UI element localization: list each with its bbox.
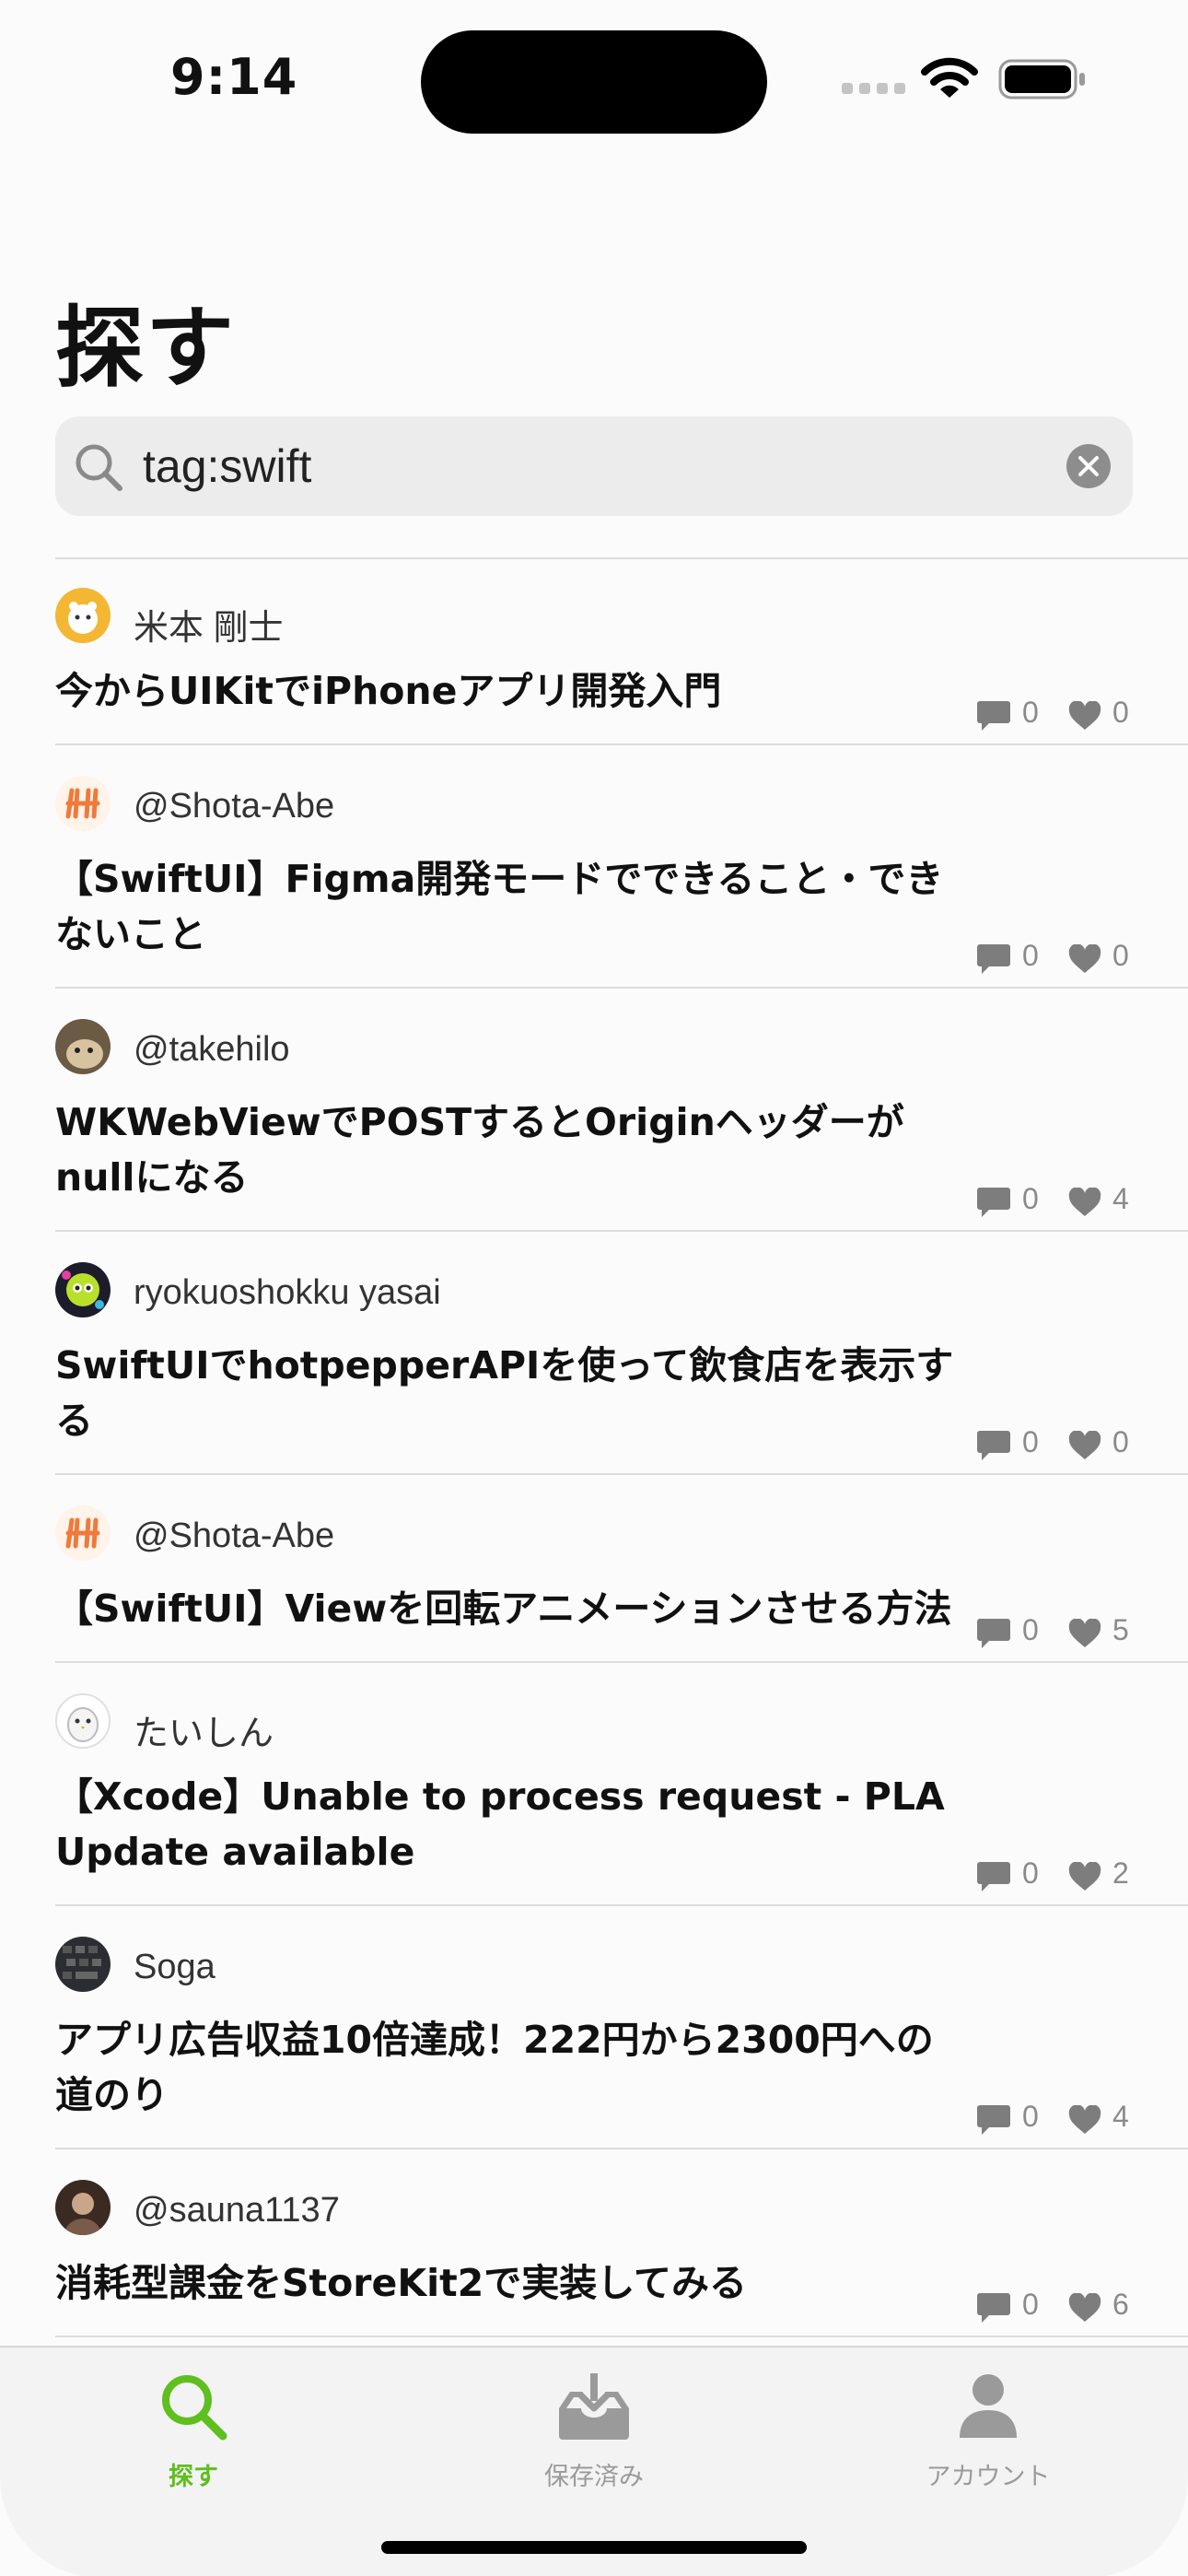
heart-icon xyxy=(1068,1188,1101,1216)
wifi-icon xyxy=(921,57,978,98)
avatar xyxy=(55,1505,111,1561)
comment-icon xyxy=(977,944,1010,974)
tab-label: 探す xyxy=(169,2463,218,2491)
close-icon xyxy=(1078,456,1099,476)
like-count: 6 xyxy=(1112,2288,1129,2321)
search-icon xyxy=(162,2375,227,2441)
article-stats: 0 0 xyxy=(976,696,1179,736)
article-title[interactable]: アプリ広告収益10倍達成！222円から2300円への道のり xyxy=(55,2012,967,2123)
heart-icon xyxy=(1068,701,1101,730)
article-stats: 0 5 xyxy=(976,1613,1179,1654)
cellular-signal-icon xyxy=(842,83,905,94)
heart-icon xyxy=(1068,1619,1101,1647)
article-title[interactable]: 【SwiftUI】Viewを回転アニメーションさせる方法 xyxy=(55,1581,967,1636)
comment-icon xyxy=(977,1188,1010,1217)
magnifier-icon xyxy=(76,444,122,491)
comment-count: 0 xyxy=(1022,2100,1039,2133)
comment-icon xyxy=(977,2105,1010,2135)
heart-icon xyxy=(1068,1431,1101,1459)
article-row[interactable]: @Shota-Abe 【SwiftUI】Figma開発モードでできること・できな… xyxy=(0,745,1188,989)
person-icon xyxy=(960,2374,1017,2438)
article-row[interactable]: @takehilo WKWebViewでPOSTするとOriginヘッダーがnu… xyxy=(0,989,1188,1232)
heart-icon xyxy=(1068,944,1101,973)
tab-label: アカウント xyxy=(926,2463,1051,2491)
tab-saved[interactable]: 保存済み xyxy=(456,2348,732,2513)
article-row[interactable]: Soga アプリ広告収益10倍達成！222円から2300円への道のり 0 4 xyxy=(0,1906,1188,2149)
article-row[interactable]: ryokuoshokku yasai SwiftUIでhotpepperAPIを… xyxy=(0,1232,1188,1475)
status-bar: 9:14 xyxy=(0,0,1188,147)
page-title: 探す xyxy=(55,297,236,400)
tab-account[interactable]: アカウント xyxy=(850,2348,1126,2513)
comment-count: 0 xyxy=(1022,1182,1039,1215)
heart-icon xyxy=(1068,2293,1101,2322)
author-name: @sauna1137 xyxy=(134,2191,340,2230)
battery-icon xyxy=(998,59,1085,100)
avatar xyxy=(55,1937,111,1992)
avatar xyxy=(55,1693,111,1749)
comment-count: 0 xyxy=(1022,1613,1039,1646)
comment-count: 0 xyxy=(1022,1856,1039,1890)
comment-count: 0 xyxy=(1022,2288,1039,2321)
like-count: 0 xyxy=(1112,939,1129,972)
search-input[interactable] xyxy=(143,435,1064,498)
article-stats: 0 2 xyxy=(976,1856,1179,1897)
home-indicator xyxy=(381,2541,807,2554)
like-count: 0 xyxy=(1112,1425,1129,1458)
comment-icon xyxy=(977,701,1010,731)
avatar xyxy=(55,1262,111,1317)
avatar xyxy=(55,776,111,831)
author-name: ryokuoshokku yasai xyxy=(134,1273,441,1312)
divider xyxy=(55,2336,1188,2337)
tab-label: 保存済み xyxy=(544,2463,644,2491)
article-title[interactable]: WKWebViewでPOSTするとOriginヘッダーがnullになる xyxy=(55,1095,967,1205)
search-bar[interactable] xyxy=(55,416,1133,516)
article-stats: 0 0 xyxy=(976,939,1179,979)
like-count: 5 xyxy=(1112,1613,1129,1646)
article-title[interactable]: SwiftUIでhotpepperAPIを使って飲食店を表示する xyxy=(55,1338,967,1448)
author-name: 米本 剛士 xyxy=(134,609,284,648)
tab-search[interactable]: 探す xyxy=(55,2348,332,2513)
article-title[interactable]: 今からUIKitでiPhoneアプリ開発入門 xyxy=(55,663,967,719)
author-name: @Shota-Abe xyxy=(134,787,335,825)
comment-icon xyxy=(977,1619,1010,1648)
like-count: 2 xyxy=(1112,1856,1129,1890)
avatar xyxy=(55,1019,111,1074)
heart-icon xyxy=(1068,1862,1101,1891)
article-row[interactable]: @sauna1137 消耗型課金をStoreKit2で実装してみる 0 6 xyxy=(0,2149,1188,2337)
article-stats: 0 4 xyxy=(976,2100,1179,2140)
article-row[interactable]: @Shota-Abe 【SwiftUI】Viewを回転アニメーションさせる方法 … xyxy=(0,1475,1188,1663)
comment-icon xyxy=(977,1862,1010,1891)
dynamic-island xyxy=(421,30,767,134)
avatar xyxy=(55,588,111,643)
author-name: @Shota-Abe xyxy=(134,1516,335,1555)
article-title[interactable]: 【Xcode】Unable to process request - PLA U… xyxy=(55,1769,967,1879)
article-stats: 0 6 xyxy=(976,2288,1179,2328)
author-name: @takehilo xyxy=(134,1030,290,1069)
comment-icon xyxy=(977,2293,1010,2323)
author-name: たいしん xyxy=(134,1715,274,1753)
comment-count: 0 xyxy=(1022,939,1039,972)
avatar xyxy=(55,2180,111,2235)
article-row[interactable]: たいしん 【Xcode】Unable to process request - … xyxy=(0,1663,1188,1906)
screen: 9:14 探す tag:swift 米本 剛士 今からUIKitでiPhoneア… xyxy=(0,0,1188,2576)
article-title[interactable]: 消耗型課金をStoreKit2で実装してみる xyxy=(55,2255,967,2311)
article-stats: 0 0 xyxy=(976,1425,1179,1466)
article-stats: 0 4 xyxy=(976,1182,1179,1223)
article-row[interactable]: 米本 剛士 今からUIKitでiPhoneアプリ開発入門 0 0 xyxy=(0,557,1188,745)
clear-search-button[interactable] xyxy=(1066,444,1111,488)
comment-count: 0 xyxy=(1022,696,1039,729)
like-count: 4 xyxy=(1112,1182,1129,1215)
comment-count: 0 xyxy=(1022,1425,1039,1458)
heart-icon xyxy=(1068,2105,1101,2134)
author-name: Soga xyxy=(134,1948,215,1986)
article-title[interactable]: 【SwiftUI】Figma開発モードでできること・できないこと xyxy=(55,851,967,962)
tray-download-icon xyxy=(559,2373,629,2440)
comment-icon xyxy=(977,1431,1010,1460)
status-time: 9:14 xyxy=(170,48,298,106)
like-count: 0 xyxy=(1112,696,1129,729)
like-count: 4 xyxy=(1112,2100,1129,2133)
